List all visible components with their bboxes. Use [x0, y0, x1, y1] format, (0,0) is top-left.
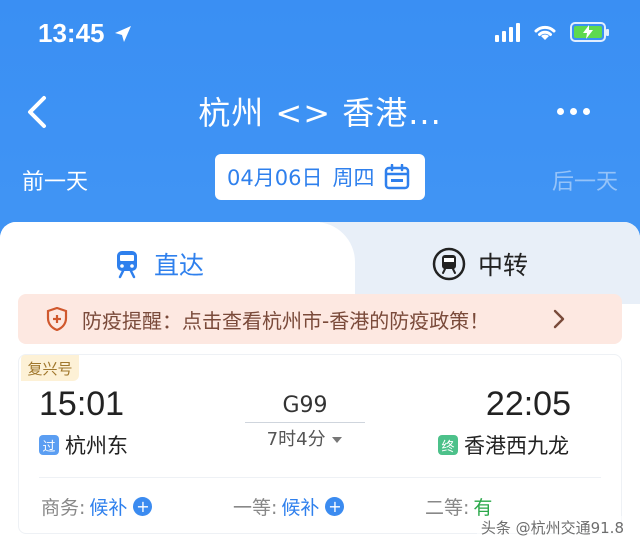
transfer-train-icon — [432, 247, 466, 281]
next-day-button[interactable]: 后一天 — [552, 164, 618, 196]
chevron-right-icon — [553, 309, 565, 329]
status-icons — [495, 22, 609, 42]
cellular-signal-icon — [495, 22, 520, 42]
calendar-icon — [385, 164, 410, 190]
seat-status: 候补 — [281, 497, 320, 519]
terminal-station-tag: 终 — [438, 435, 458, 455]
more-dot-icon — [570, 108, 577, 115]
notice-text: 防疫提醒：点击查看杭州市-香港的防疫政策！ — [82, 308, 490, 333]
train-type-badge: 复兴号 — [21, 355, 79, 381]
train-number: G99 — [245, 393, 365, 423]
wifi-icon — [534, 25, 556, 40]
seat-class-label: 一等: — [233, 497, 278, 519]
nav-bar: 杭州 <> 香港... — [0, 82, 640, 142]
duration-text: 7时4分 — [266, 429, 326, 450]
train-result-item[interactable]: 复兴号 15:01 G99 7时4分 22:05 过 杭州东 终 香港西九龙 商… — [18, 354, 622, 534]
arrival-time: 22:05 — [485, 385, 571, 423]
more-menu-button[interactable] — [557, 108, 590, 115]
selected-weekday: 周四 — [332, 166, 375, 190]
tab-direct-label: 直达 — [154, 251, 205, 280]
status-time: 13:45 — [38, 18, 133, 49]
seat-first-class[interactable]: 一等: 候补 + — [233, 493, 345, 520]
seat-business[interactable]: 商务: 候补 + — [41, 493, 153, 520]
arrival-station: 终 香港西九龙 — [438, 430, 569, 460]
departure-time: 15:01 — [39, 385, 125, 423]
tab-transfer[interactable]: 中转 — [432, 244, 528, 284]
tab-transfer-label: 中转 — [478, 251, 529, 280]
arrival-station-name: 香港西九龙 — [464, 434, 569, 458]
status-bar: 13:45 — [0, 0, 640, 70]
clock-text: 13:45 — [38, 18, 105, 48]
seat-class-label: 商务: — [41, 497, 86, 519]
caret-down-icon — [332, 437, 343, 443]
location-arrow-icon — [114, 25, 131, 42]
tab-direct[interactable]: 直达 — [112, 244, 204, 284]
plus-icon[interactable]: + — [325, 497, 345, 516]
date-picker-button[interactable]: 04月06日 周四 — [215, 154, 425, 200]
more-dot-icon — [557, 108, 564, 115]
watermark: 头条 @杭州交通91.8 — [476, 516, 628, 539]
shield-icon — [46, 307, 68, 331]
page-title: 杭州 <> 香港... — [198, 94, 442, 132]
covid-notice-banner[interactable]: 防疫提醒：点击查看杭州市-香港的防疫政策！ — [18, 294, 622, 344]
divider — [39, 477, 601, 478]
seat-status: 候补 — [89, 497, 128, 519]
selected-date: 04月06日 — [227, 166, 323, 190]
departure-station: 过 杭州东 — [39, 430, 128, 460]
date-selector: 前一天 04月06日 周四 后一天 — [0, 152, 640, 202]
charging-bolt-icon — [583, 25, 593, 39]
prev-day-button[interactable]: 前一天 — [22, 164, 88, 196]
battery-icon — [570, 22, 609, 42]
pass-station-tag: 过 — [39, 435, 59, 455]
results-card: 直达 中转 防疫提醒：点击查看杭州市-香港的防疫政策！ 复兴号 15:01 G9… — [0, 222, 640, 549]
travel-duration[interactable]: 7时4分 — [245, 425, 365, 451]
more-dot-icon — [583, 108, 590, 115]
seat-class-label: 二等: — [425, 497, 470, 519]
plus-icon[interactable]: + — [133, 497, 153, 516]
train-icon — [117, 251, 137, 279]
departure-station-name: 杭州东 — [65, 434, 128, 458]
